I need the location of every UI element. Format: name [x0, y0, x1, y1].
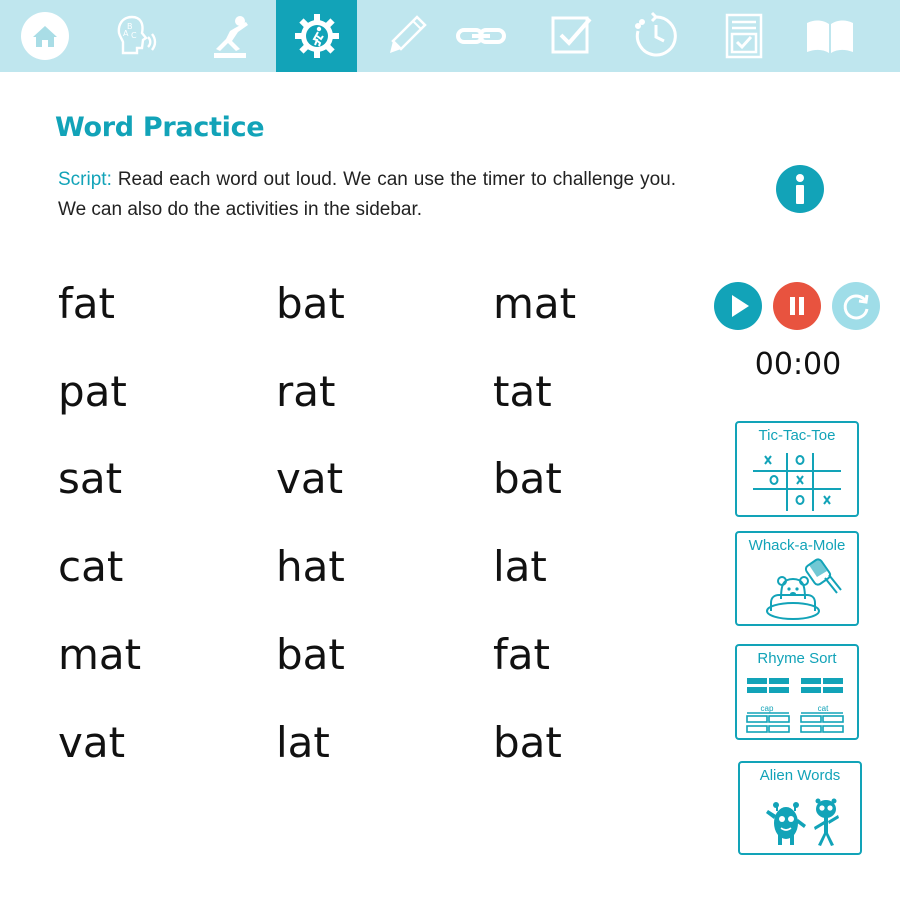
nav-timer[interactable]	[615, 0, 696, 72]
chain-link-icon	[455, 28, 506, 44]
pause-button[interactable]	[773, 282, 821, 330]
nav-phonics[interactable]: B A C	[96, 0, 177, 72]
word: pat	[58, 367, 127, 416]
timer-display: 00:00	[754, 347, 842, 382]
practice-gear-icon	[294, 14, 339, 58]
rhyme-tag-left: cap	[761, 704, 774, 713]
word: bat	[493, 718, 562, 767]
reset-icon	[843, 294, 869, 320]
word: mat	[493, 279, 577, 328]
nav-link[interactable]	[440, 0, 521, 72]
activity-alien-words[interactable]: Alien Words	[738, 761, 862, 855]
open-book-icon	[806, 20, 853, 53]
nav-write[interactable]	[365, 0, 446, 72]
word: lat	[493, 542, 547, 591]
pencil-icon	[389, 15, 427, 53]
activity-whack-a-mole[interactable]: Whack-a-Mole	[735, 531, 859, 626]
svg-text:C: C	[131, 31, 137, 40]
word: vat	[276, 454, 344, 503]
rhyme-sort-icon: cap cat	[746, 678, 844, 733]
svg-text:A: A	[123, 29, 129, 38]
word: bat	[493, 454, 562, 503]
word: tat	[493, 367, 552, 416]
script-text: Read each word out loud. We can use the …	[58, 169, 676, 220]
exercise-icon	[213, 16, 248, 58]
alien-icon	[766, 798, 839, 846]
word: lat	[276, 718, 330, 767]
home-icon	[20, 12, 69, 60]
whack-a-mole-icon	[766, 558, 842, 620]
rhyme-tag-right: cat	[818, 704, 829, 713]
word: fat	[493, 630, 550, 679]
tic-tac-toe-icon	[753, 453, 841, 511]
phonics-speech-icon: B A C	[117, 15, 156, 55]
nav-exercise[interactable]	[188, 0, 269, 72]
page-title: Word Practice	[55, 112, 265, 143]
word: rat	[276, 367, 336, 416]
script-label: Script:	[58, 169, 112, 190]
play-icon	[732, 295, 749, 317]
checkbox-icon	[551, 16, 592, 54]
checklist-document-icon	[725, 13, 762, 59]
info-button[interactable]	[776, 165, 824, 213]
nav-home[interactable]	[4, 0, 85, 72]
progress-timer-icon	[634, 11, 677, 57]
word: fat	[58, 279, 115, 328]
word: hat	[276, 542, 345, 591]
nav-practice[interactable]	[276, 0, 357, 72]
script-instructions: Script: Read each word out loud. We can …	[58, 165, 676, 225]
play-button[interactable]	[714, 282, 762, 330]
top-nav: B A C	[0, 0, 900, 72]
word: sat	[58, 454, 123, 503]
nav-assessment[interactable]	[703, 0, 784, 72]
activity-tic-tac-toe[interactable]: Tic-Tac-Toe	[735, 421, 859, 517]
activity-rhyme-sort[interactable]: Rhyme Sort cap cat	[735, 644, 859, 740]
reset-button[interactable]	[832, 282, 880, 330]
word: vat	[58, 718, 126, 767]
info-icon	[796, 174, 804, 204]
word: bat	[276, 630, 345, 679]
nav-read[interactable]	[789, 0, 870, 72]
nav-check[interactable]	[530, 0, 611, 72]
word: bat	[276, 279, 345, 328]
word: cat	[58, 542, 124, 591]
word: mat	[58, 630, 142, 679]
pause-icon	[790, 297, 804, 315]
